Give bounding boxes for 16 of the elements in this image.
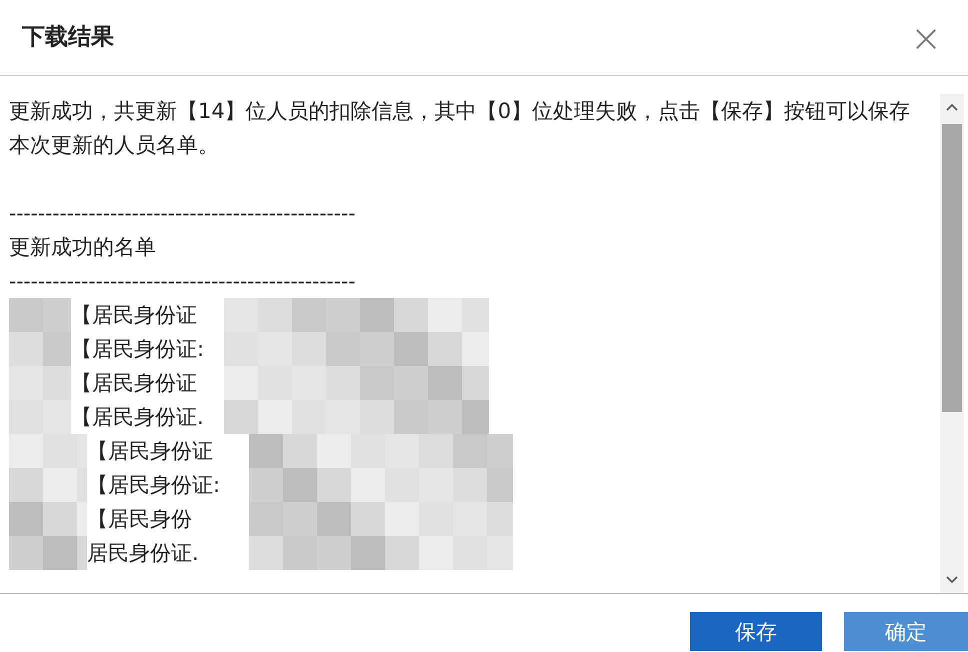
close-button[interactable]: ×	[906, 18, 946, 56]
separator-line: ------------------------------------------------	[9, 268, 356, 295]
scroll-down-icon[interactable]	[946, 576, 958, 584]
pixelated-redaction	[9, 400, 71, 434]
scrollbar-thumb[interactable]	[942, 124, 962, 412]
scroll-up-icon[interactable]	[946, 103, 958, 112]
dialog-title: 下载结果	[22, 23, 114, 52]
save-button[interactable]: 保存	[690, 612, 822, 651]
confirm-button[interactable]: 确定	[844, 612, 968, 651]
pixelated-redaction	[9, 332, 71, 366]
pixelated-redaction	[9, 298, 71, 332]
pixelated-redaction	[9, 366, 71, 400]
message-text: 更新成功，共更新【14】位人员的扣除信息，其中【0】位处理失败，点击【保存】按钮可以保存本次更新的人员名单。	[9, 98, 912, 159]
list-heading: 更新成功的名单	[9, 234, 157, 261]
scrollbar[interactable]	[940, 94, 964, 593]
separator-line: ------------------------------------------------	[9, 200, 356, 227]
